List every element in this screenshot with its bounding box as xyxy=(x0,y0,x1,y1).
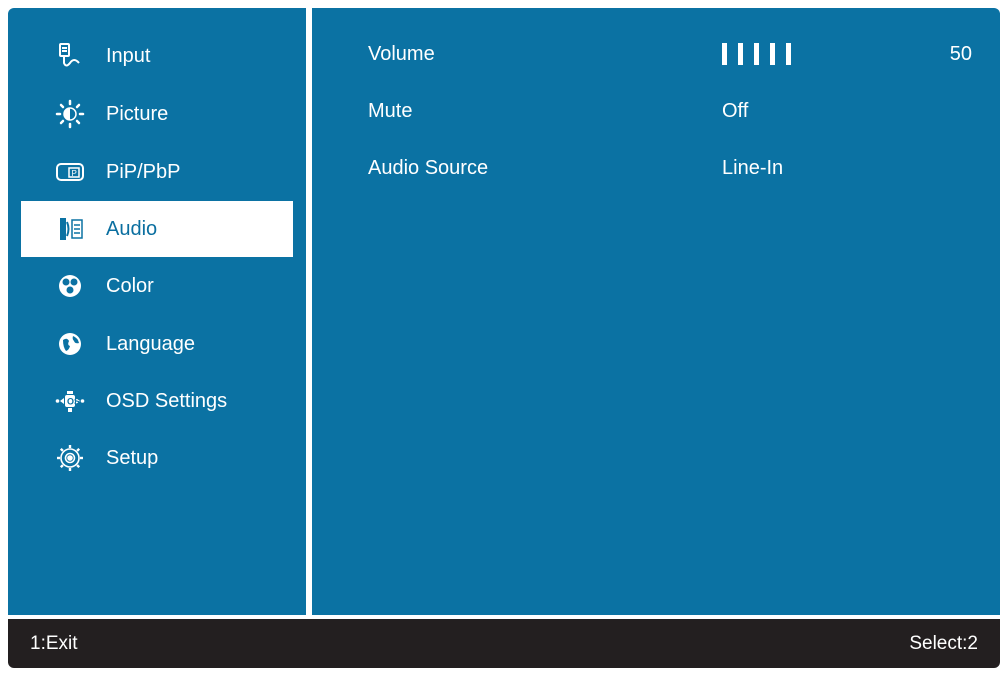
sidebar-item-input[interactable]: Input xyxy=(21,28,293,84)
sidebar-item-language[interactable]: Language xyxy=(21,316,293,372)
volume-bar xyxy=(786,43,791,65)
volume-level-bars xyxy=(722,43,912,65)
volume-bar xyxy=(722,43,727,65)
brightness-icon xyxy=(53,97,87,131)
sidebar-item-audio[interactable]: Audio xyxy=(21,201,293,257)
audio-source-row[interactable]: Audio Source Line-In xyxy=(368,148,988,188)
sidebar: Input Picture P PiP/PbP Audio Color Lang… xyxy=(8,8,306,615)
audio-source-value: Line-In xyxy=(722,156,784,179)
svg-text:OS: OS xyxy=(67,397,80,407)
color-icon xyxy=(53,269,87,303)
volume-value: 50 xyxy=(949,42,972,65)
audio-source-label: Audio Source xyxy=(368,156,489,179)
volume-bar xyxy=(754,43,759,65)
sidebar-item-label: Input xyxy=(106,44,151,67)
sidebar-item-label: Color xyxy=(106,274,154,297)
volume-bar xyxy=(770,43,775,65)
sidebar-item-label: OSD Settings xyxy=(106,389,228,412)
sidebar-item-setup[interactable]: Setup xyxy=(21,430,293,486)
globe-icon xyxy=(53,327,87,361)
mute-label: Mute xyxy=(368,99,413,122)
osd-menu: Input Picture P PiP/PbP Audio Color Lang… xyxy=(8,8,1000,668)
volume-row[interactable]: Volume 50 xyxy=(368,34,988,74)
volume-bar xyxy=(738,43,743,65)
sidebar-item-pip-pbp[interactable]: P PiP/PbP xyxy=(21,144,293,200)
footer-bar: 1:Exit Select:2 xyxy=(8,619,1000,668)
svg-text:P: P xyxy=(72,169,77,178)
sidebar-item-color[interactable]: Color xyxy=(21,258,293,314)
input-icon xyxy=(53,39,87,73)
exit-hint[interactable]: 1:Exit xyxy=(30,633,78,655)
sidebar-item-picture[interactable]: Picture xyxy=(21,86,293,142)
sidebar-item-label: Language xyxy=(106,332,195,355)
volume-label: Volume xyxy=(368,42,435,65)
sidebar-item-label: Audio xyxy=(106,217,158,240)
audio-settings-panel: Volume 50 Mute Off Audio Source Line-In xyxy=(312,8,1000,615)
mute-value: Off xyxy=(722,99,749,122)
select-hint[interactable]: Select:2 xyxy=(909,633,978,655)
pip-icon: P xyxy=(53,155,87,189)
gear-icon xyxy=(53,441,87,475)
sidebar-item-label: Picture xyxy=(106,102,169,125)
mute-row[interactable]: Mute Off xyxy=(368,91,988,131)
audio-icon xyxy=(53,212,87,246)
sidebar-item-label: Setup xyxy=(106,446,159,469)
sidebar-item-osd-settings[interactable]: OS OSD Settings xyxy=(21,373,293,429)
osd-settings-icon: OS xyxy=(53,384,87,418)
sidebar-item-label: PiP/PbP xyxy=(106,160,181,183)
